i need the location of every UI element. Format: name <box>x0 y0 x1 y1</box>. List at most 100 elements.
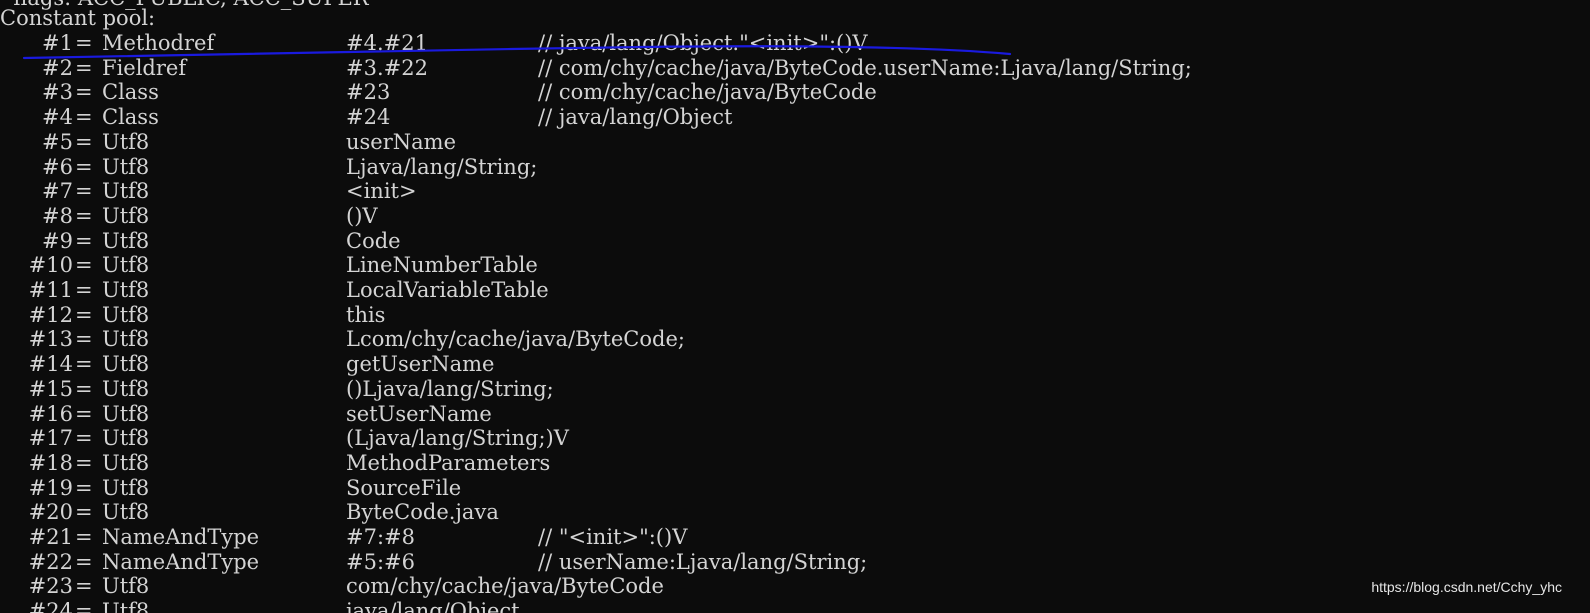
entry-kind: Utf8 <box>102 450 150 475</box>
entry-kind: Methodref <box>102 31 215 55</box>
entry-value: Code <box>346 228 401 253</box>
entry-equals: = <box>75 203 93 228</box>
entry-equals: = <box>75 253 93 278</box>
entry-equals: = <box>75 327 93 352</box>
entry-kind: Utf8 <box>102 599 150 613</box>
entry-value: LineNumberTable <box>346 253 538 278</box>
entry-index: #17 <box>28 426 73 451</box>
constant-pool-title: Constant pool: <box>0 6 155 31</box>
entry-index: #21 <box>28 525 73 549</box>
entry-index: #15 <box>28 376 73 401</box>
entry-value: ByteCode.java <box>346 500 499 525</box>
entry-index: #7 <box>42 179 73 204</box>
entry-equals: = <box>75 599 93 613</box>
entry-equals: = <box>75 31 93 55</box>
entry-index: #13 <box>28 327 73 352</box>
entry-kind: NameAndType <box>102 549 260 574</box>
entry-index: #20 <box>28 500 73 525</box>
entry-kind: Utf8 <box>102 154 150 179</box>
entry-kind: Utf8 <box>102 179 150 204</box>
entry-value: #3.#22 <box>346 55 428 80</box>
entry-index: #8 <box>42 203 73 228</box>
entry-comment: // com/chy/cache/java/ByteCode <box>538 80 877 105</box>
entry-comment: // java/lang/Object."<init>":()V <box>538 31 868 55</box>
entry-value: ()V <box>346 203 378 228</box>
entry-value: userName <box>346 129 457 154</box>
entry-index: #14 <box>28 352 73 377</box>
entry-index: #16 <box>28 401 73 426</box>
entry-kind: Utf8 <box>102 574 150 599</box>
entry-value: #5:#6 <box>346 549 415 574</box>
entry-comment: // com/chy/cache/java/ByteCode.userName:… <box>538 55 1192 80</box>
entry-comment: // "<init>":()V <box>538 525 688 549</box>
entry-index: #24 <box>28 599 73 613</box>
entry-kind: Utf8 <box>102 475 150 500</box>
entry-index: #2 <box>42 55 73 80</box>
entry-value: ()Ljava/lang/String; <box>346 376 554 401</box>
entry-kind: Utf8 <box>102 500 150 525</box>
entry-equals: = <box>75 352 93 377</box>
entry-equals: = <box>75 80 93 105</box>
entry-value: #24 <box>346 105 391 130</box>
entry-value: #4.#21 <box>346 31 428 55</box>
entry-equals: = <box>75 179 93 204</box>
entry-kind: Utf8 <box>102 376 150 401</box>
entry-equals: = <box>75 475 93 500</box>
entry-comment: // java/lang/Object <box>538 105 733 130</box>
entry-equals: = <box>75 525 93 549</box>
entry-value: LocalVariableTable <box>346 278 549 302</box>
entry-kind: Utf8 <box>102 228 150 253</box>
entry-equals: = <box>75 129 93 154</box>
entry-value: <init> <box>346 179 417 204</box>
entry-kind: Utf8 <box>102 302 150 327</box>
entry-value: Lcom/chy/cache/java/ByteCode; <box>346 327 685 352</box>
entry-equals: = <box>75 401 93 426</box>
entry-value: Ljava/lang/String; <box>346 154 538 179</box>
entry-equals: = <box>75 228 93 253</box>
entry-equals: = <box>75 426 93 451</box>
entry-index: #1 <box>42 31 73 55</box>
constant-pool-label: Constant pool: <box>0 6 156 30</box>
entry-index: #22 <box>28 549 73 574</box>
entry-equals: = <box>75 105 93 130</box>
entry-value: MethodParameters <box>346 450 551 475</box>
entry-index: #4 <box>42 105 73 130</box>
entry-kind: Class <box>102 105 159 130</box>
entry-index: #12 <box>28 302 73 327</box>
entry-equals: = <box>75 574 93 599</box>
entry-index: #11 <box>28 278 73 302</box>
entry-value: getUserName <box>346 352 495 377</box>
entry-index: #10 <box>28 253 73 278</box>
terminal-window: flags: ACC_PUBLIC, ACC_SUPER Constant po… <box>0 0 1590 613</box>
entry-value: #7:#8 <box>346 525 415 549</box>
entry-value: this <box>346 302 386 327</box>
entry-value: #23 <box>346 80 391 105</box>
entry-equals: = <box>75 376 93 401</box>
entry-equals: = <box>75 500 93 525</box>
entry-index: #5 <box>42 129 73 154</box>
entry-kind: Utf8 <box>102 203 150 228</box>
entry-kind: Utf8 <box>102 129 150 154</box>
watermark-url: https://blog.csdn.net/Cchy_yhc <box>1371 579 1562 595</box>
entry-index: #19 <box>28 475 73 500</box>
entry-index: #23 <box>28 574 73 599</box>
entry-index: #9 <box>42 228 73 253</box>
entry-index: #3 <box>42 80 73 105</box>
entry-equals: = <box>75 302 93 327</box>
entry-value: setUserName <box>346 401 492 426</box>
entry-kind: NameAndType <box>102 525 260 549</box>
entry-kind: Utf8 <box>102 278 150 302</box>
entry-kind: Class <box>102 80 159 105</box>
entry-kind: Utf8 <box>102 327 150 352</box>
entry-value: com/chy/cache/java/ByteCode <box>346 574 664 599</box>
entry-index: #18 <box>28 450 73 475</box>
entry-value: SourceFile <box>346 475 462 500</box>
entry-kind: Utf8 <box>102 352 150 377</box>
entry-comment: // userName:Ljava/lang/String; <box>538 549 868 574</box>
entry-kind: Fieldref <box>102 55 187 80</box>
entry-equals: = <box>75 154 93 179</box>
entry-value: java/lang/Object <box>346 599 520 613</box>
entry-equals: = <box>75 55 93 80</box>
entry-equals: = <box>75 450 93 475</box>
entry-value: (Ljava/lang/String;)V <box>346 426 569 451</box>
